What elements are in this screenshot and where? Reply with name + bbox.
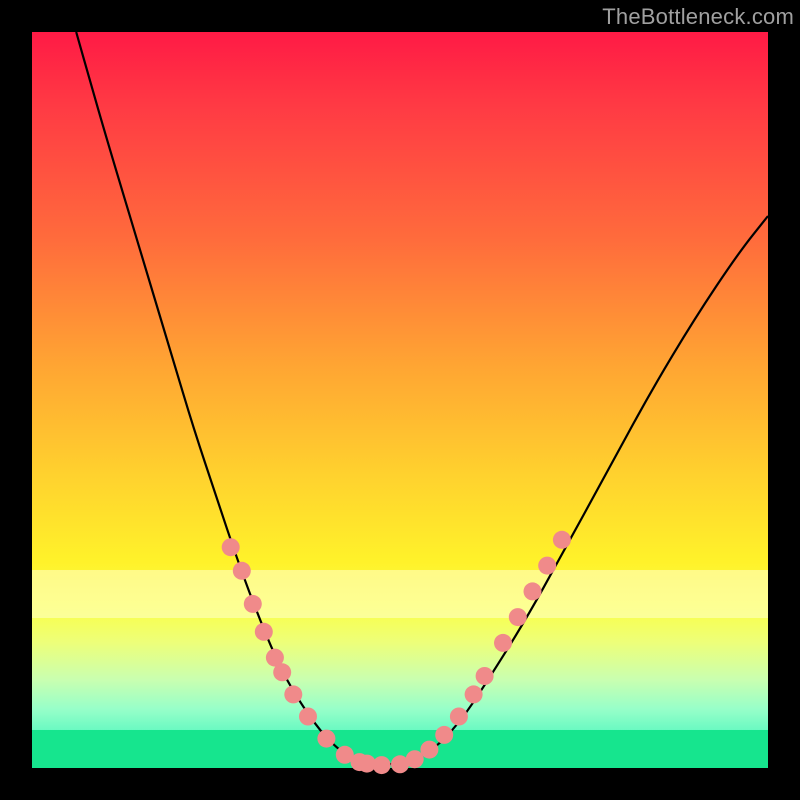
watermark-text: TheBottleneck.com	[602, 4, 794, 30]
curve-dot	[524, 582, 542, 600]
curve-dot	[373, 756, 391, 774]
curve-dot	[244, 595, 262, 613]
curve-dot	[317, 730, 335, 748]
curve-dot	[420, 741, 438, 759]
curve-dot	[255, 623, 273, 641]
curve-dot	[284, 685, 302, 703]
curve-dot	[538, 557, 556, 575]
bottleneck-curve	[76, 32, 768, 764]
curve-dot	[273, 663, 291, 681]
curve-dot	[233, 562, 251, 580]
curve-dot	[476, 667, 494, 685]
curve-dots-group	[222, 531, 571, 774]
chart-frame: TheBottleneck.com	[0, 0, 800, 800]
curve-dot	[494, 634, 512, 652]
curve-dot	[435, 726, 453, 744]
bottleneck-curve-svg	[32, 32, 768, 768]
curve-dot	[509, 608, 527, 626]
curve-dot	[222, 538, 240, 556]
curve-dot	[465, 685, 483, 703]
plot-area	[32, 32, 768, 768]
curve-dot	[553, 531, 571, 549]
curve-dot	[406, 750, 424, 768]
curve-dot	[450, 708, 468, 726]
curve-dot	[299, 708, 317, 726]
